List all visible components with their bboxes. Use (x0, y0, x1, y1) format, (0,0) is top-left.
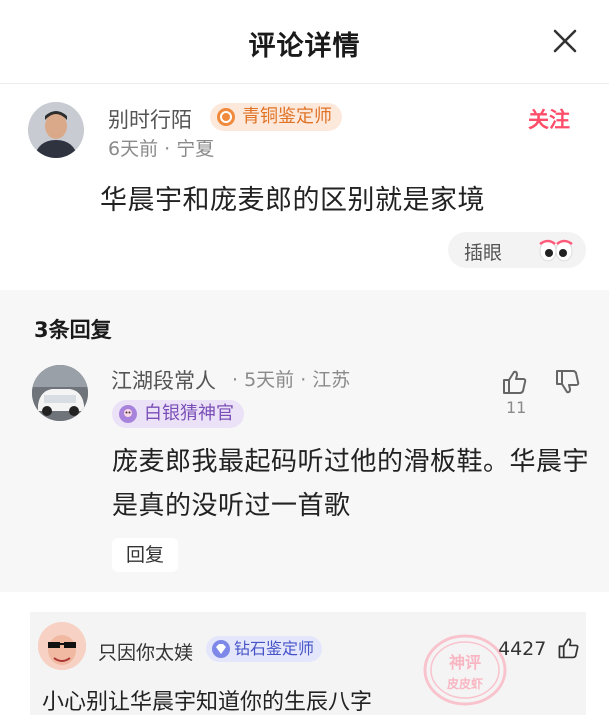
comment-meta: 6天前 · 宁夏 (108, 138, 215, 160)
main-comment: 别时行陌 青铜鉴定师 关注 6天前 · 宁夏 华晨宇和庞麦郎的区别就是家境 插眼 (0, 84, 609, 290)
reply-count: 3条回复 (34, 318, 112, 342)
replies-section: 3条回复 江湖段常人 · 5天前 · 江苏 11 白银猜神官 庞麦郎我最起码听过… (0, 290, 609, 592)
rank-badge: 钻石鉴定师 (206, 636, 323, 662)
username[interactable]: 只因你太媄 (98, 638, 193, 665)
watermark-bottom-text: 皮皮虾 (446, 676, 483, 691)
close-icon[interactable] (550, 26, 580, 56)
avatar[interactable] (28, 102, 84, 158)
thumbs-up-icon[interactable] (556, 636, 580, 660)
username[interactable]: 别时行陌 (108, 104, 192, 134)
hot-comment-area: 只因你太媄 钻石鉴定师 4427 小心别让华晨宇知道你的生辰八字 神评 皮皮虾 (0, 592, 609, 715)
diamond-icon (212, 640, 230, 658)
hot-comment-card: 只因你太媄 钻石鉴定师 4427 小心别让华晨宇知道你的生辰八字 神评 皮皮虾 (30, 612, 586, 715)
watermark-stamp: 神评 皮皮虾 (423, 634, 507, 706)
page-title: 评论详情 (248, 31, 361, 62)
username[interactable]: 江湖段常人 (111, 365, 216, 395)
header-bar: 评论详情 (0, 0, 609, 84)
hot-comment-text: 小心别让华晨宇知道你的生辰八字 (42, 690, 373, 715)
thumbs-down-icon[interactable] (553, 368, 581, 396)
rank-badge: 青铜鉴定师 (210, 103, 342, 131)
follow-button[interactable]: 关注 (528, 104, 570, 134)
sticker-label: 插眼 (464, 242, 503, 264)
medal-icon (217, 108, 235, 126)
reply-text: 庞麦郎我最起码听过他的滑板鞋。华晨宇是真的没听过一首歌 (112, 447, 590, 521)
eyes-emoji-icon (539, 239, 573, 262)
rank-badge: 白银猜神官 (112, 400, 244, 428)
like-count: 11 (506, 398, 527, 417)
avatar[interactable] (38, 622, 86, 670)
watermark-top-text: 神评 (449, 653, 481, 672)
reply-button[interactable]: 回复 (112, 538, 178, 572)
avatar[interactable] (32, 365, 88, 421)
thumbs-up-icon[interactable] (500, 368, 528, 396)
rank-badge-label: 钻石鉴定师 (234, 639, 315, 658)
comment-text: 华晨宇和庞麦郎的区别就是家境 (100, 185, 485, 216)
sticker-button[interactable]: 插眼 (448, 232, 586, 268)
reply-meta: · 5天前 · 江苏 (232, 369, 351, 391)
medal-icon (119, 405, 137, 423)
rank-badge-label: 白银猜神官 (144, 403, 234, 424)
rank-badge-label: 青铜鉴定师 (242, 106, 332, 127)
